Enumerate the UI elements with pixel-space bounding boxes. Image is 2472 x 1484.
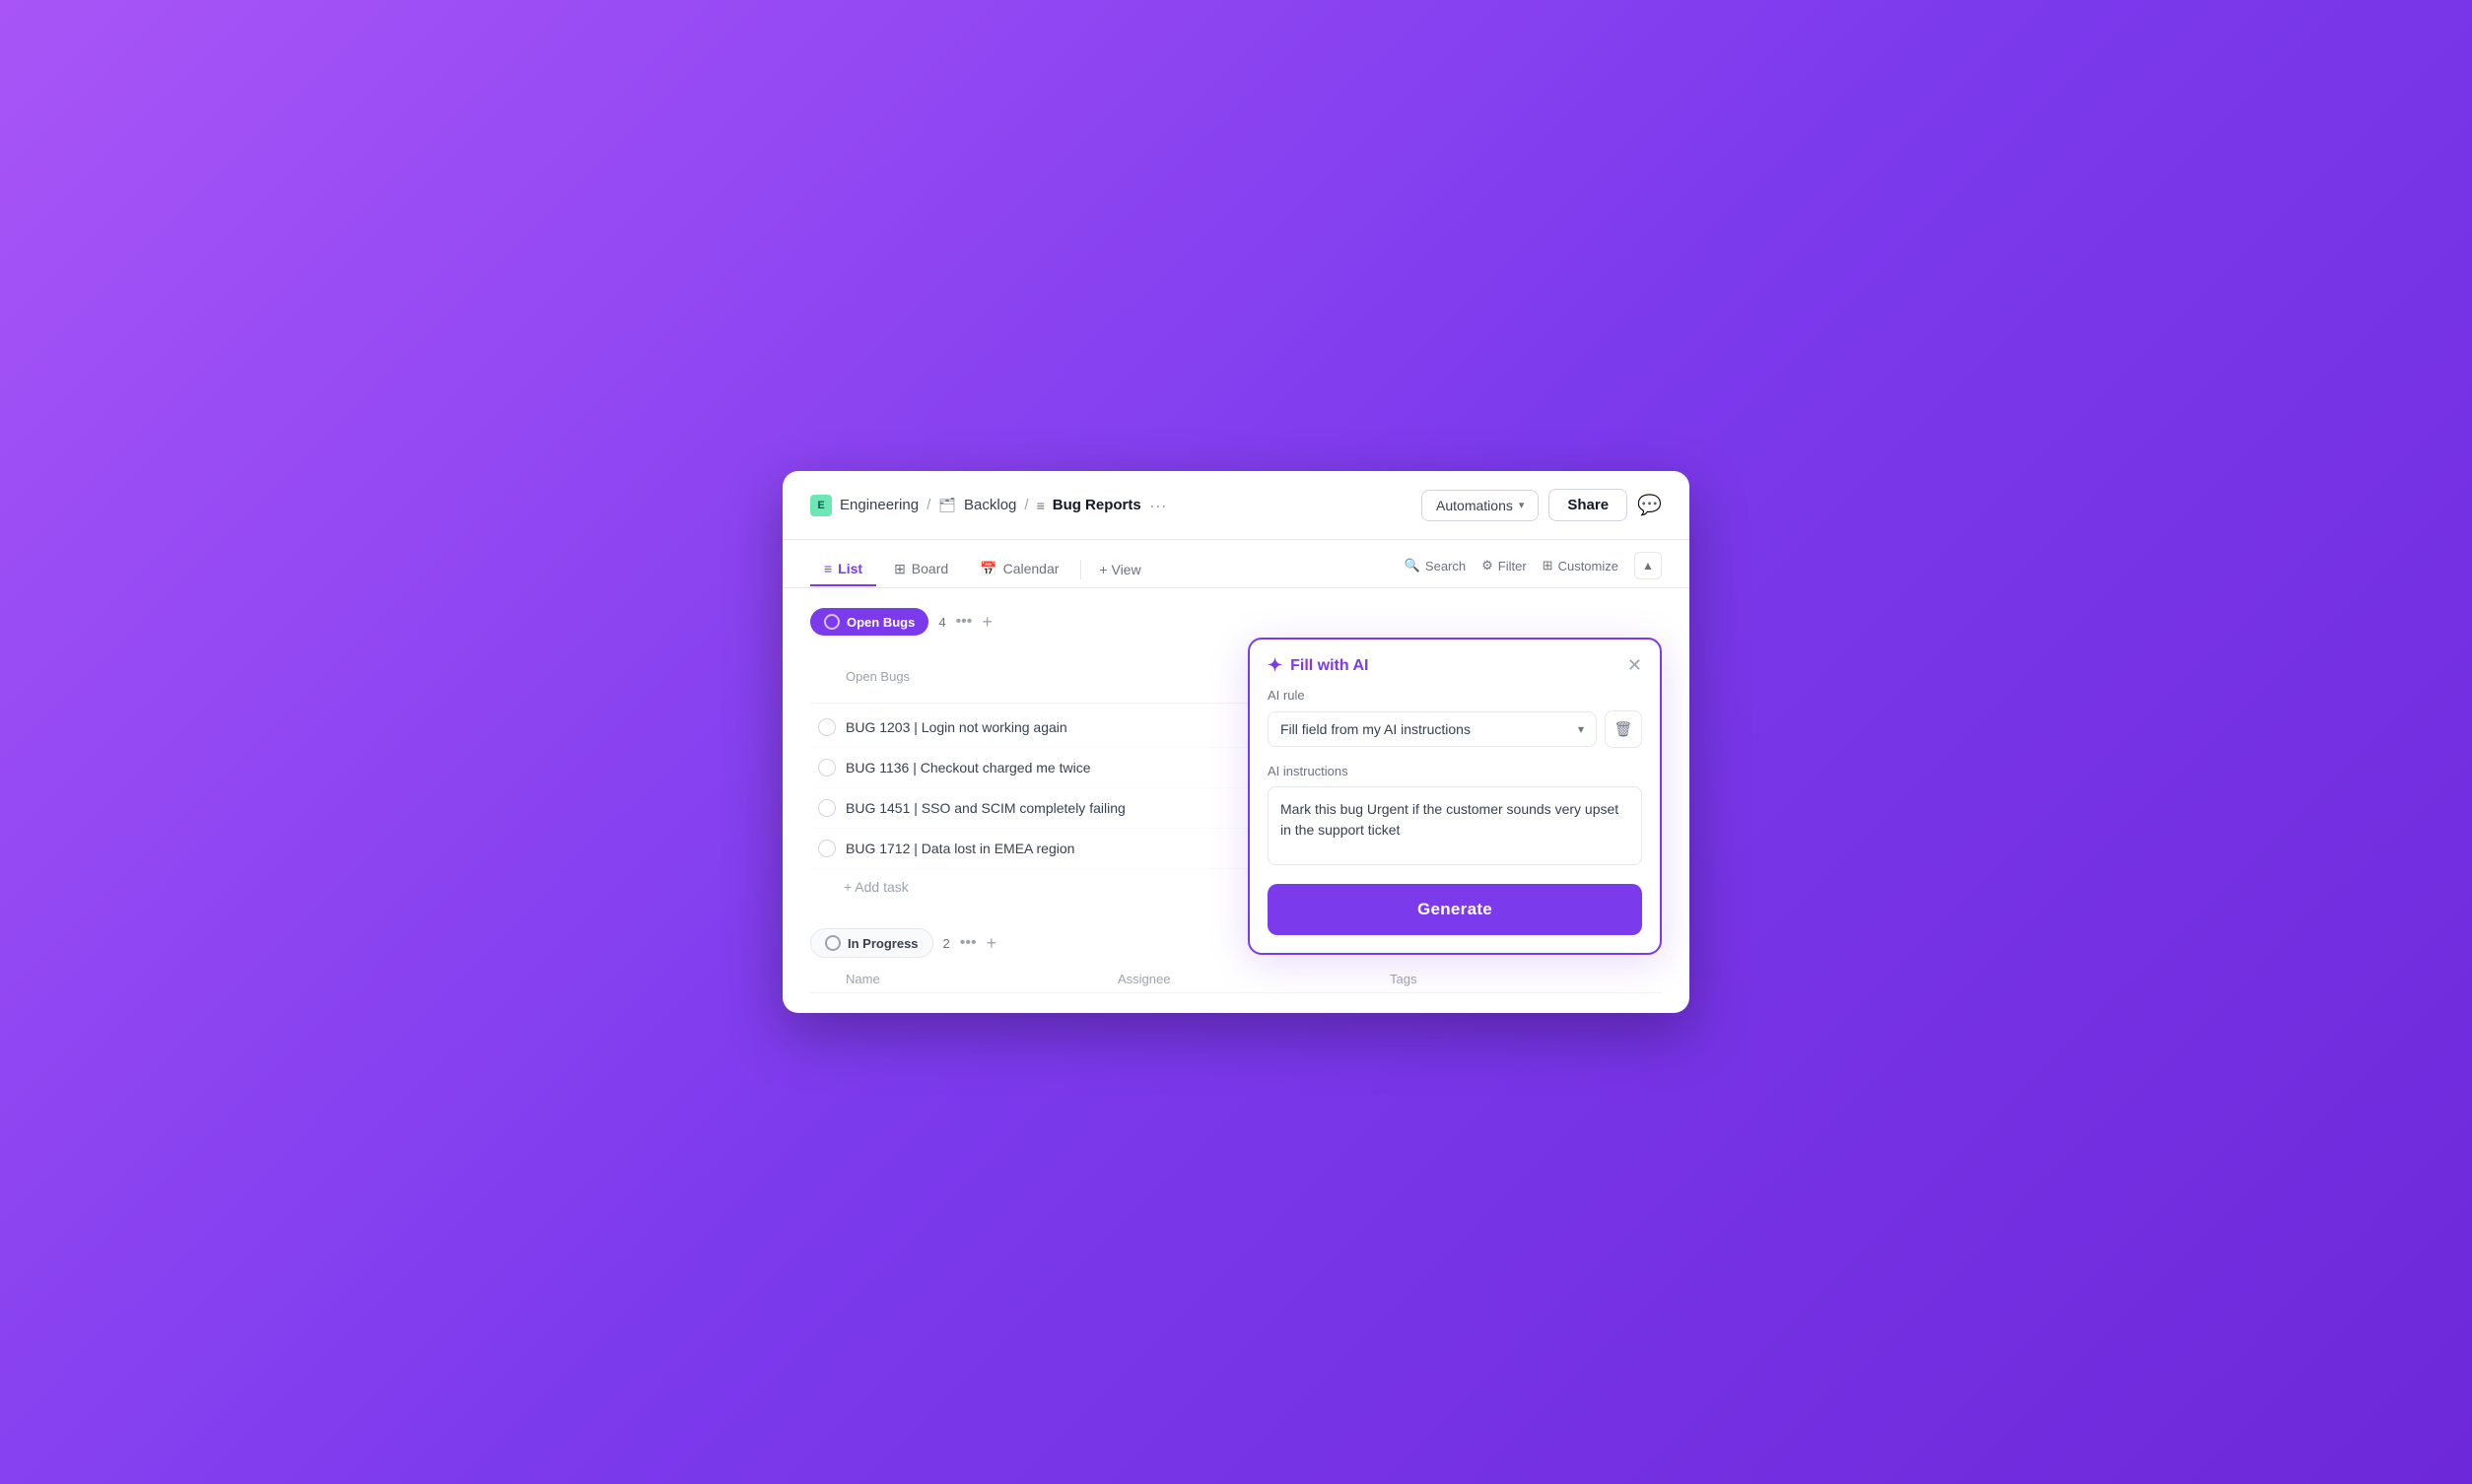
ai-modal-title: ✦ Fill with AI [1268,655,1369,676]
board-tab-label: Board [912,561,948,576]
col-assignee-label: Assignee [1118,972,1390,986]
chat-icon[interactable]: 💬 [1637,493,1662,517]
open-bugs-more-button[interactable]: ••• [956,613,973,631]
ai-instructions-textarea[interactable] [1268,786,1642,865]
board-tab-icon: ⊞ [894,561,906,577]
search-label: Search [1425,559,1466,573]
list-icon: ≡ [1037,498,1045,513]
task-3-checkbox[interactable] [818,799,836,817]
collapse-button[interactable]: ▲ [1634,552,1662,579]
tab-list[interactable]: ≡ List [810,553,876,586]
content-area: Open Bugs 4 ••• + Open Bugs ⇅ Bug Priori… [783,588,1689,1013]
automations-button[interactable]: Automations ▾ [1421,490,1539,521]
in-progress-icon [825,935,841,951]
add-view-button[interactable]: + View [1089,554,1150,585]
in-progress-badge[interactable]: In Progress [810,928,933,958]
col-name-label: Name [846,972,1118,986]
open-bugs-badge[interactable]: Open Bugs [810,608,928,636]
open-bugs-icon [824,614,840,630]
tab-divider [1080,560,1081,579]
eng-badge: E [810,495,832,516]
tab-calendar[interactable]: 📅 Calendar [966,553,1072,587]
ai-rule-delete-button[interactable]: 🗑 [1605,710,1642,748]
ai-modal-header: ✦ Fill with AI ✕ [1250,640,1660,688]
toolbar: ≡ List ⊞ Board 📅 Calendar + View 🔍 Searc… [783,540,1689,588]
ai-rule-row: Fill field from my AI instructions ▾ 🗑 [1268,710,1642,748]
page-title: Bug Reports [1053,497,1141,513]
customize-label: Customize [1558,559,1618,573]
list-tab-icon: ≡ [824,561,832,576]
open-bugs-count: 4 [938,615,945,630]
automations-label: Automations [1436,498,1513,513]
open-bugs-group-header: Open Bugs 4 ••• + [810,608,1662,636]
header: E Engineering / 🗂 Backlog / ≡ Bug Report… [783,471,1689,540]
ai-close-button[interactable]: ✕ [1627,655,1642,676]
delete-icon: 🗑 [1614,720,1632,738]
ai-rule-select[interactable]: Fill field from my AI instructions ▾ [1268,711,1597,747]
sep2: / [1024,497,1028,513]
select-chevron-icon: ▾ [1578,722,1584,736]
task-2-checkbox[interactable] [818,759,836,776]
tab-board[interactable]: ⊞ Board [880,553,962,587]
filter-action[interactable]: ⚙ Filter [1481,558,1527,573]
task-1-checkbox[interactable] [818,718,836,736]
task-4-checkbox[interactable] [818,840,836,857]
generate-button[interactable]: Generate [1268,884,1642,935]
filter-icon: ⚙ [1481,558,1493,573]
in-progress-more-button[interactable]: ••• [960,934,977,952]
list-tab-label: List [838,561,862,576]
eng-label: Engineering [840,497,919,513]
ai-rule-select-value: Fill field from my AI instructions [1280,721,1471,737]
toolbar-right: 🔍 Search ⚙ Filter ⊞ Customize ▲ [1405,552,1662,587]
in-progress-add-button[interactable]: + [987,933,997,954]
ai-modal-title-text: Fill with AI [1290,657,1368,675]
chevron-down-icon: ▾ [1519,499,1525,511]
bottom-column-headers: Name Assignee Tags [810,966,1662,993]
open-bugs-add-button[interactable]: + [982,612,993,633]
in-progress-count: 2 [943,936,950,951]
ai-modal-body: AI rule Fill field from my AI instructio… [1250,688,1660,953]
breadcrumb: E Engineering / 🗂 Backlog / ≡ Bug Report… [810,495,1167,516]
chevron-up-icon: ▲ [1642,559,1654,573]
filter-label: Filter [1498,559,1527,573]
customize-action[interactable]: ⊞ Customize [1543,558,1618,573]
fill-with-ai-modal: ✦ Fill with AI ✕ AI rule Fill field from… [1248,638,1662,955]
in-progress-label: In Progress [848,936,919,951]
folder-icon: 🗂 [938,497,956,513]
open-bugs-label: Open Bugs [847,615,915,630]
sparkle-icon: ✦ [1268,655,1282,676]
ai-rule-label: AI rule [1268,688,1642,703]
search-icon: 🔍 [1405,558,1420,573]
calendar-tab-label: Calendar [1003,561,1060,576]
ai-instructions-label: AI instructions [1268,764,1642,778]
share-button[interactable]: Share [1548,489,1627,521]
breadcrumb-more-button[interactable]: ··· [1149,497,1167,514]
backlog-label: Backlog [964,497,1016,513]
sep1: / [927,497,930,513]
calendar-tab-icon: 📅 [980,561,996,577]
col-tags-label: Tags [1390,972,1662,986]
view-tabs: ≡ List ⊞ Board 📅 Calendar + View [810,553,1151,587]
app-window: E Engineering / 🗂 Backlog / ≡ Bug Report… [783,471,1689,1013]
search-action[interactable]: 🔍 Search [1405,558,1466,573]
customize-icon: ⊞ [1543,558,1553,573]
header-actions: Automations ▾ Share 💬 [1421,489,1662,521]
